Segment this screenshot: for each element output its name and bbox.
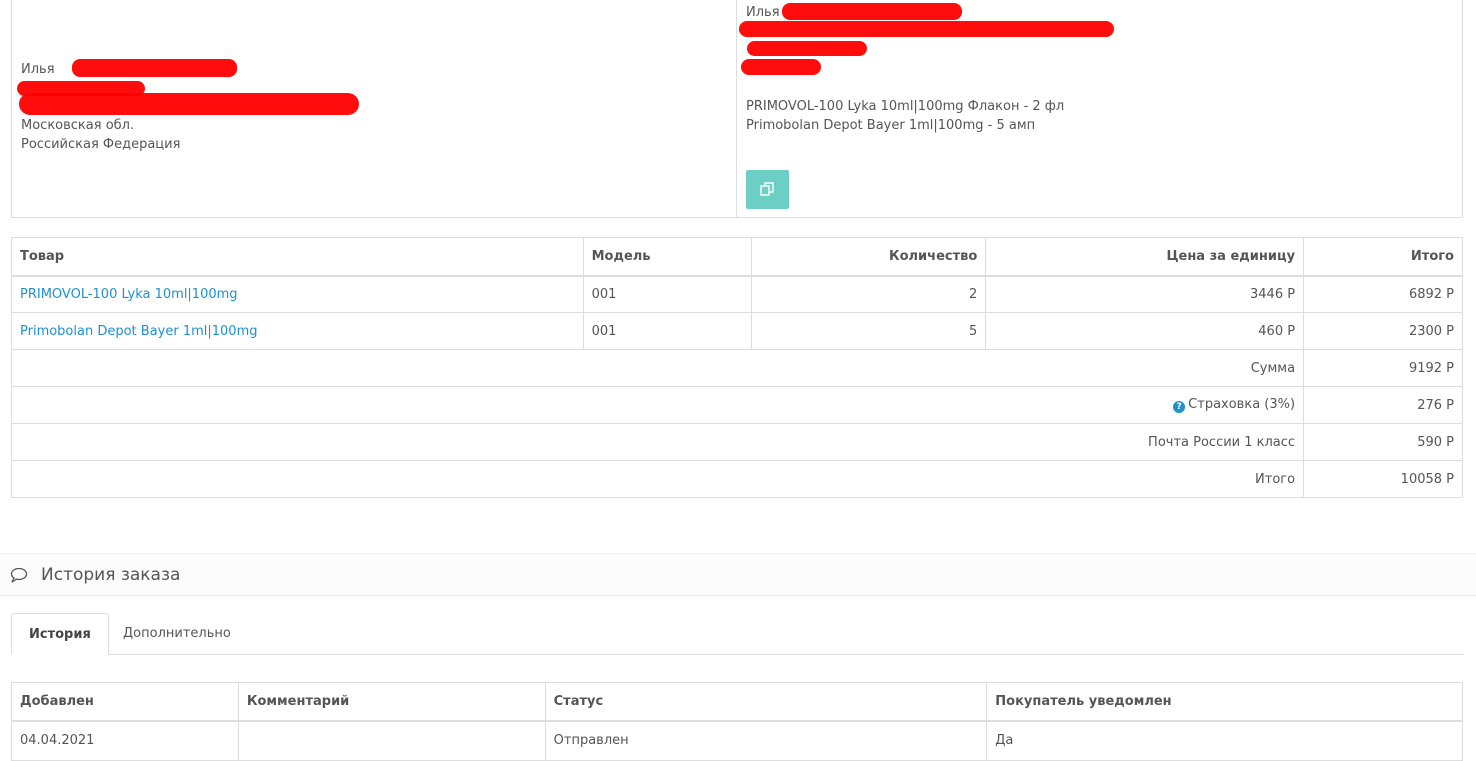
product-model: 001 — [582, 312, 753, 350]
redacted-mark — [739, 21, 1114, 37]
column-header-status: Статус — [544, 682, 988, 722]
payment-address: Илья Московская обл. Российская Федераци… — [12, 0, 737, 217]
table-row: PRIMOVOL-100 Lyka 10ml|100mg 001 2 3446 … — [11, 275, 1463, 313]
column-header-quantity: Количество — [751, 237, 987, 277]
copy-icon — [760, 182, 774, 196]
product-total: 6892 Р — [1303, 275, 1463, 313]
product-link[interactable]: PRIMOVOL-100 Lyka 10ml|100mg — [20, 287, 238, 302]
payment-country: Российская Федерация — [21, 137, 181, 152]
question-circle-icon[interactable]: ? — [1173, 401, 1186, 413]
totals-row: Итого 10058 Р — [10, 460, 1463, 498]
product-model: 001 — [582, 275, 753, 313]
totals-label: Итого — [10, 460, 1305, 498]
redacted-mark — [19, 93, 359, 115]
shipping-order-line: Primobolan Depot Bayer 1ml|100mg - 5 амп — [746, 118, 1036, 133]
product-quantity: 2 — [751, 275, 987, 313]
shipping-address: Илья PRIMOVOL-100 Lyka 10ml|100mg Флакон… — [737, 0, 1462, 217]
history-table: Добавлен Комментарий Статус Покупатель у… — [11, 682, 1463, 761]
history-notified: Да — [986, 720, 1463, 761]
column-header-notified: Покупатель уведомлен — [986, 682, 1463, 722]
totals-value: 10058 Р — [1303, 460, 1463, 498]
history-comment — [237, 720, 546, 761]
panel-title: История заказа — [41, 565, 181, 585]
column-header-unit-price: Цена за единицу — [985, 237, 1305, 277]
product-quantity: 5 — [751, 312, 987, 350]
totals-row: Сумма 9192 Р — [10, 349, 1463, 387]
table-row: Primobolan Depot Bayer 1ml|100mg 001 5 4… — [11, 312, 1463, 350]
product-link[interactable]: Primobolan Depot Bayer 1ml|100mg — [20, 324, 258, 339]
tab-additional[interactable]: Дополнительно — [106, 613, 248, 655]
shipping-order-line: PRIMOVOL-100 Lyka 10ml|100mg Флакон - 2 … — [746, 99, 1065, 114]
address-panel: Илья Московская обл. Российская Федераци… — [11, 0, 1463, 218]
payment-region: Московская обл. — [21, 118, 135, 133]
product-price: 460 Р — [985, 312, 1305, 350]
table-row: 04.04.2021 Отправлен Да — [11, 720, 1463, 761]
totals-label: Сумма — [10, 349, 1305, 387]
totals-row: ? Страховка (3%) 276 Р — [10, 386, 1463, 424]
table-header-row: Товар Модель Количество Цена за единицу … — [11, 237, 1463, 277]
totals-value: 590 Р — [1303, 423, 1463, 461]
totals-label: Почта России 1 класс — [10, 423, 1305, 461]
order-history-panel-header: История заказа — [0, 553, 1476, 596]
table-header-row: Добавлен Комментарий Статус Покупатель у… — [11, 682, 1463, 722]
payment-name: Илья — [21, 62, 55, 77]
history-status: Отправлен — [544, 720, 988, 761]
redacted-mark — [741, 59, 821, 75]
totals-label: Страховка (3%) — [1188, 397, 1296, 412]
redacted-mark — [747, 41, 867, 56]
totals-value: 276 Р — [1303, 386, 1463, 424]
copy-address-button[interactable] — [746, 170, 789, 209]
comment-icon — [10, 567, 28, 583]
history-tabs: История Дополнительно — [11, 613, 1463, 655]
column-header-comment: Комментарий — [237, 682, 546, 722]
product-price: 3446 Р — [985, 275, 1305, 313]
redacted-mark — [72, 59, 237, 77]
totals-row: Почта России 1 класс 590 Р — [10, 423, 1463, 461]
shipping-name: Илья — [746, 5, 780, 20]
tab-history[interactable]: История — [11, 613, 109, 655]
redacted-mark — [782, 3, 962, 20]
totals-value: 9192 Р — [1303, 349, 1463, 387]
history-date: 04.04.2021 — [11, 720, 239, 761]
column-header-total: Итого — [1303, 237, 1463, 277]
column-header-model: Модель — [582, 237, 753, 277]
column-header-product: Товар — [11, 237, 584, 277]
column-header-added: Добавлен — [11, 682, 239, 722]
order-products-table: Товар Модель Количество Цена за единицу … — [10, 237, 1463, 498]
product-total: 2300 Р — [1303, 312, 1463, 350]
